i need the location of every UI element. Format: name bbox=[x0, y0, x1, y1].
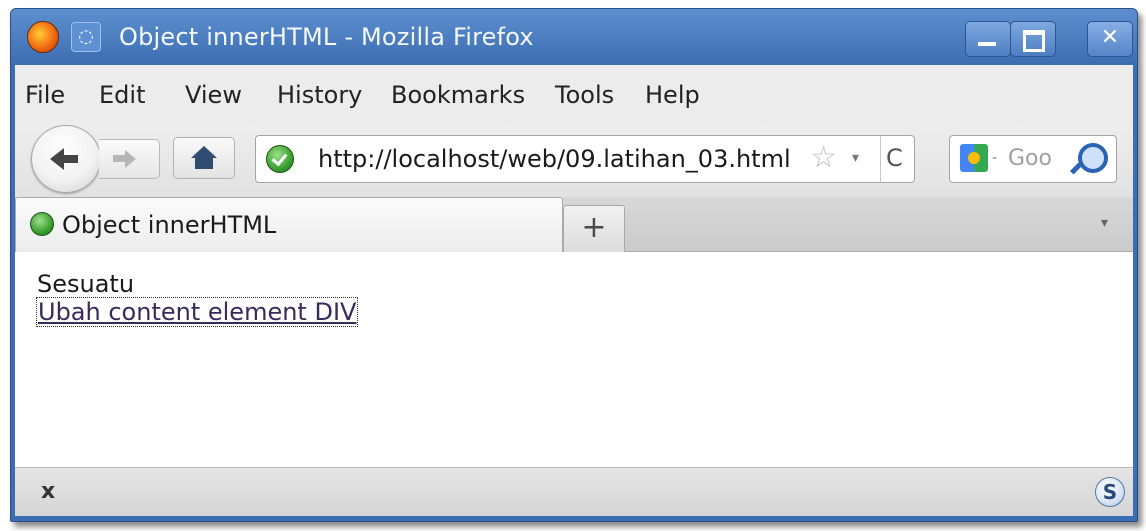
firefox-icon[interactable] bbox=[27, 21, 59, 53]
tab-list-dropdown-icon[interactable]: ▾ bbox=[1101, 213, 1108, 233]
search-bar[interactable]: - Goo bbox=[949, 135, 1117, 183]
navigation-toolbar: http://localhost/web/09.latihan_03.html … bbox=[15, 123, 1133, 197]
window-menu-icon[interactable]: ◌ bbox=[71, 22, 101, 52]
menu-history[interactable]: History bbox=[277, 80, 362, 110]
menu-tools[interactable]: Tools bbox=[555, 80, 614, 110]
forward-button[interactable] bbox=[99, 139, 160, 179]
tab-strip: Object innerHTML + ▾ bbox=[15, 197, 1133, 252]
star-icon[interactable]: ☆ bbox=[810, 141, 837, 175]
menu-bar: File Edit View History Bookmarks Tools H… bbox=[15, 65, 1133, 123]
window-title: Object innerHTML - Mozilla Firefox bbox=[119, 23, 534, 51]
minimize-button[interactable] bbox=[965, 21, 1011, 57]
forward-arrow-icon bbox=[125, 150, 136, 168]
new-tab-button[interactable]: + bbox=[563, 205, 625, 252]
google-icon[interactable] bbox=[960, 144, 988, 172]
menu-bookmarks[interactable]: Bookmarks bbox=[391, 80, 525, 110]
page-content: Sesuatu Ubah content element DIV bbox=[15, 252, 1133, 467]
browser-window: ◌ Object innerHTML - Mozilla Firefox ✕ F… bbox=[10, 8, 1138, 522]
search-engine-dropdown-icon[interactable]: - bbox=[992, 146, 997, 170]
addon-s-icon[interactable]: S bbox=[1095, 477, 1125, 507]
menu-edit[interactable]: Edit bbox=[99, 80, 145, 110]
close-icon[interactable]: x bbox=[41, 478, 55, 506]
shield-icon bbox=[30, 212, 54, 236]
url-input[interactable]: http://localhost/web/09.latihan_03.html bbox=[318, 144, 791, 174]
back-button[interactable] bbox=[31, 125, 101, 193]
menu-file[interactable]: File bbox=[25, 80, 65, 110]
menu-help[interactable]: Help bbox=[645, 80, 700, 110]
search-input[interactable]: Goo bbox=[1008, 144, 1052, 174]
content-text: Sesuatu bbox=[37, 270, 135, 298]
magnifier-icon[interactable] bbox=[1078, 143, 1108, 173]
maximize-button[interactable] bbox=[1010, 21, 1056, 57]
status-bar: x S bbox=[15, 467, 1133, 516]
change-div-content-link[interactable]: Ubah content element DIV bbox=[35, 297, 359, 327]
close-button[interactable]: ✕ bbox=[1087, 21, 1133, 57]
url-bar[interactable]: http://localhost/web/09.latihan_03.html … bbox=[255, 135, 915, 183]
maximize-icon bbox=[1023, 30, 1045, 52]
home-button[interactable] bbox=[173, 137, 235, 179]
menu-view[interactable]: View bbox=[185, 80, 242, 110]
minimize-icon bbox=[978, 42, 996, 46]
url-dropdown-icon[interactable]: ▾ bbox=[852, 146, 859, 170]
shield-icon[interactable] bbox=[266, 145, 294, 173]
title-bar: ◌ Object innerHTML - Mozilla Firefox ✕ bbox=[11, 9, 1137, 65]
tab-object-innerhtml[interactable]: Object innerHTML bbox=[15, 197, 563, 252]
reload-icon[interactable]: C bbox=[886, 143, 903, 173]
tab-label: Object innerHTML bbox=[62, 211, 277, 239]
